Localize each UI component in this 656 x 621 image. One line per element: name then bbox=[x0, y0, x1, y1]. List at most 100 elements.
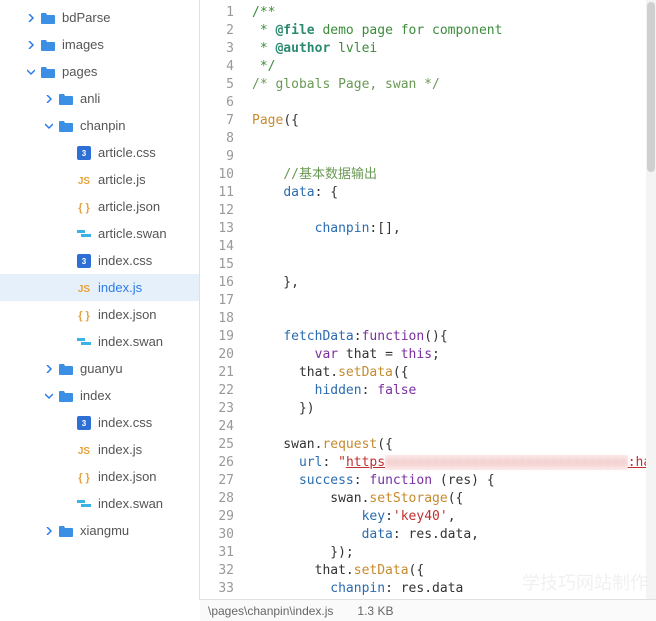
code-area[interactable]: /** * @file demo page for component * @a… bbox=[244, 0, 656, 600]
line-number[interactable]: 30 bbox=[200, 526, 234, 544]
code-line[interactable]: }) bbox=[252, 400, 656, 418]
code-line[interactable]: /* globals Page, swan */ bbox=[252, 76, 656, 94]
code-editor[interactable]: 1234567891011121314151617181920212223242… bbox=[200, 0, 656, 600]
line-number[interactable]: 25 bbox=[200, 436, 234, 454]
code-line[interactable]: fetchData:function(){ bbox=[252, 328, 656, 346]
line-number[interactable]: 8 bbox=[200, 130, 234, 148]
chevron-down-icon[interactable] bbox=[26, 67, 36, 77]
code-line[interactable]: /** bbox=[252, 4, 656, 22]
chevron-right-icon[interactable] bbox=[26, 13, 36, 23]
line-number[interactable]: 5 bbox=[200, 76, 234, 94]
line-number[interactable]: 28 bbox=[200, 490, 234, 508]
line-number[interactable]: 7 bbox=[200, 112, 234, 130]
svg-text:{ }: { } bbox=[78, 310, 90, 322]
folder-item-chanpin[interactable]: chanpin bbox=[0, 112, 199, 139]
code-line[interactable]: */ bbox=[252, 58, 656, 76]
line-number[interactable]: 27 bbox=[200, 472, 234, 490]
line-number[interactable]: 32 bbox=[200, 562, 234, 580]
line-number[interactable]: 10 bbox=[200, 166, 234, 184]
file-item-article.css[interactable]: 3article.css bbox=[0, 139, 199, 166]
code-line[interactable]: * @file demo page for component bbox=[252, 22, 656, 40]
line-number[interactable]: 9 bbox=[200, 148, 234, 166]
line-number[interactable]: 18 bbox=[200, 310, 234, 328]
scrollbar-thumb[interactable] bbox=[647, 2, 655, 172]
line-number[interactable]: 14 bbox=[200, 238, 234, 256]
line-number[interactable]: 26 bbox=[200, 454, 234, 472]
code-line[interactable] bbox=[252, 238, 656, 256]
line-number[interactable]: 1 bbox=[200, 4, 234, 22]
chevron-down-icon[interactable] bbox=[44, 121, 54, 131]
line-number[interactable]: 16 bbox=[200, 274, 234, 292]
code-line[interactable]: chanpin: res.data bbox=[252, 580, 656, 598]
code-line[interactable] bbox=[252, 310, 656, 328]
line-number[interactable]: 12 bbox=[200, 202, 234, 220]
code-line[interactable] bbox=[252, 292, 656, 310]
chevron-down-icon[interactable] bbox=[44, 391, 54, 401]
folder-item-xiangmu[interactable]: xiangmu bbox=[0, 517, 199, 544]
line-number[interactable]: 23 bbox=[200, 400, 234, 418]
code-line[interactable]: * @author lvlei bbox=[252, 40, 656, 58]
line-number[interactable]: 29 bbox=[200, 508, 234, 526]
line-number[interactable]: 24 bbox=[200, 418, 234, 436]
line-number[interactable]: 33 bbox=[200, 580, 234, 598]
file-item-article.swan[interactable]: article.swan bbox=[0, 220, 199, 247]
file-item-article.js[interactable]: JSarticle.js bbox=[0, 166, 199, 193]
file-item-index.js[interactable]: JSindex.js bbox=[0, 436, 199, 463]
line-number[interactable]: 15 bbox=[200, 256, 234, 274]
code-line[interactable] bbox=[252, 130, 656, 148]
code-line[interactable]: }); bbox=[252, 544, 656, 562]
file-item-index.swan[interactable]: index.swan bbox=[0, 328, 199, 355]
line-number[interactable]: 20 bbox=[200, 346, 234, 364]
folder-item-index[interactable]: index bbox=[0, 382, 199, 409]
folder-item-anli[interactable]: anli bbox=[0, 85, 199, 112]
chevron-right-icon[interactable] bbox=[44, 364, 54, 374]
file-item-index.css[interactable]: 3index.css bbox=[0, 247, 199, 274]
code-line[interactable]: hidden: false bbox=[252, 382, 656, 400]
file-item-index.json[interactable]: { }index.json bbox=[0, 301, 199, 328]
code-line[interactable] bbox=[252, 148, 656, 166]
folder-item-guanyu[interactable]: guanyu bbox=[0, 355, 199, 382]
code-line[interactable]: swan.request({ bbox=[252, 436, 656, 454]
line-number[interactable]: 31 bbox=[200, 544, 234, 562]
file-item-article.json[interactable]: { }article.json bbox=[0, 193, 199, 220]
file-item-index.swan[interactable]: index.swan bbox=[0, 490, 199, 517]
code-line[interactable] bbox=[252, 418, 656, 436]
line-number[interactable]: 22 bbox=[200, 382, 234, 400]
code-line[interactable]: data: res.data, bbox=[252, 526, 656, 544]
code-line[interactable]: that.setData({ bbox=[252, 562, 656, 580]
code-line[interactable]: //基本数据输出 bbox=[252, 166, 656, 184]
code-line[interactable]: key:'key40', bbox=[252, 508, 656, 526]
code-line[interactable]: }, bbox=[252, 274, 656, 292]
chevron-right-icon[interactable] bbox=[26, 40, 36, 50]
code-line[interactable]: Page({ bbox=[252, 112, 656, 130]
code-line[interactable] bbox=[252, 256, 656, 274]
code-line[interactable] bbox=[252, 202, 656, 220]
code-line[interactable]: var that = this; bbox=[252, 346, 656, 364]
code-line[interactable]: data: { bbox=[252, 184, 656, 202]
code-line[interactable]: url: "httpsxxxxxxxxxxxxxxxxxxxxxxxxxxxxx… bbox=[252, 454, 656, 472]
folder-item-bdParse[interactable]: bdParse bbox=[0, 4, 199, 31]
folder-item-pages[interactable]: pages bbox=[0, 58, 199, 85]
file-tree[interactable]: bdParseimagespagesanlichanpin3article.cs… bbox=[0, 0, 200, 600]
line-number[interactable]: 21 bbox=[200, 364, 234, 382]
code-line[interactable]: swan.setStorage({ bbox=[252, 490, 656, 508]
file-item-index.json[interactable]: { }index.json bbox=[0, 463, 199, 490]
chevron-right-icon[interactable] bbox=[44, 526, 54, 536]
line-number[interactable]: 17 bbox=[200, 292, 234, 310]
code-line[interactable]: chanpin:[], bbox=[252, 220, 656, 238]
chevron-right-icon[interactable] bbox=[44, 94, 54, 104]
line-number[interactable]: 19 bbox=[200, 328, 234, 346]
code-line[interactable]: success: function (res) { bbox=[252, 472, 656, 490]
file-item-index.css[interactable]: 3index.css bbox=[0, 409, 199, 436]
line-number[interactable]: 11 bbox=[200, 184, 234, 202]
line-number[interactable]: 4 bbox=[200, 58, 234, 76]
scrollbar-track[interactable] bbox=[646, 0, 656, 600]
line-number[interactable]: 6 bbox=[200, 94, 234, 112]
line-number[interactable]: 2 bbox=[200, 22, 234, 40]
folder-item-images[interactable]: images bbox=[0, 31, 199, 58]
code-line[interactable] bbox=[252, 94, 656, 112]
file-item-index.js[interactable]: JSindex.js bbox=[0, 274, 199, 301]
code-line[interactable]: that.setData({ bbox=[252, 364, 656, 382]
line-number[interactable]: 3 bbox=[200, 40, 234, 58]
line-number[interactable]: 13 bbox=[200, 220, 234, 238]
